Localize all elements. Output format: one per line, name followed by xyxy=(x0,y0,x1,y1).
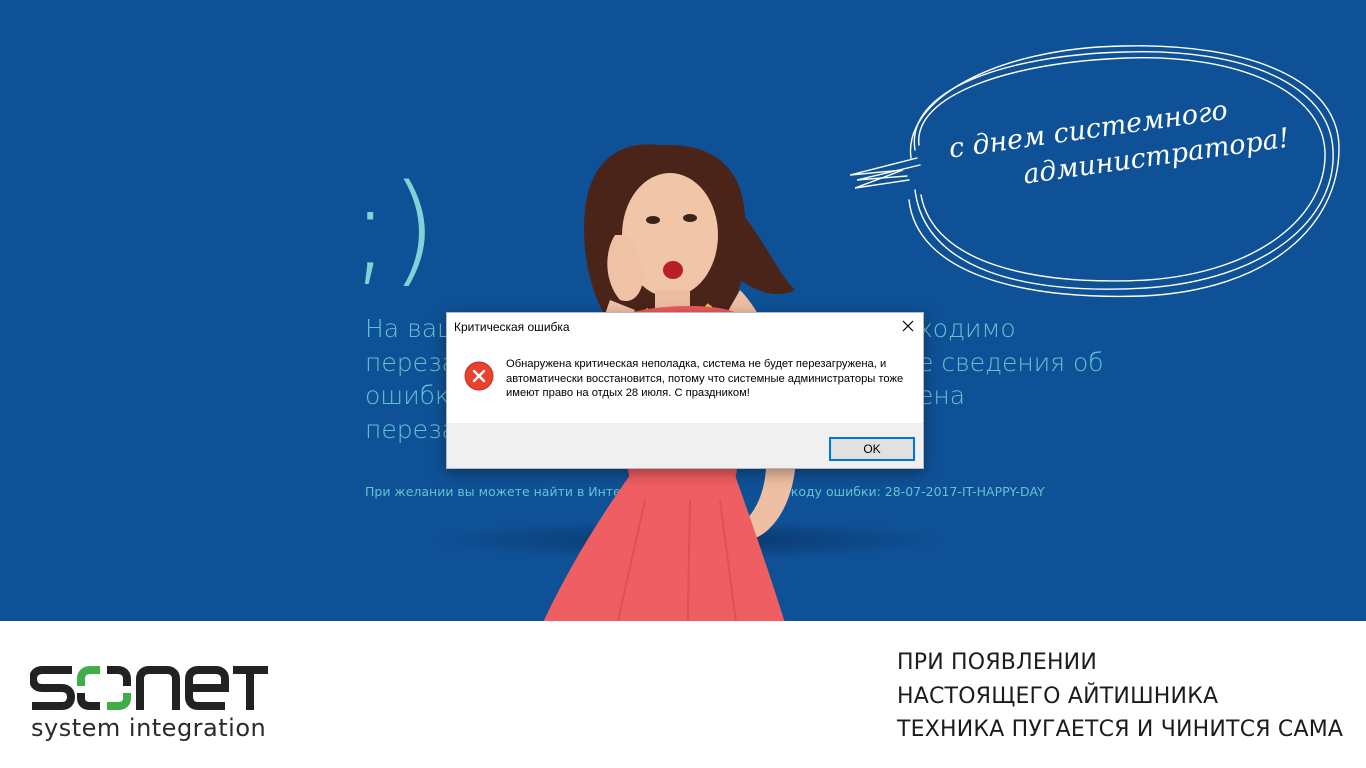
bsod-line-left-3: ошибк xyxy=(365,381,450,410)
dialog-message: Обнаружена критическая неполадка, систем… xyxy=(506,358,904,399)
bsod-line-right-1: ходимо xyxy=(918,314,1016,343)
bsod-line-left-2: переза xyxy=(365,347,457,377)
bsod-line-left-4: переза xyxy=(365,414,457,444)
bsod-line-right-3: ена xyxy=(918,381,966,410)
bsod-smiley: ;) xyxy=(350,160,438,299)
slogan-line-1: ПРИ ПОЯВЛЕНИИ xyxy=(897,650,1097,675)
ok-button[interactable]: OK xyxy=(829,437,915,461)
footer-slogan: ПРИ ПОЯВЛЕНИИ НАСТОЯЩЕГО АЙТИШНИКА ТЕХНИ… xyxy=(897,646,1343,747)
sonet-logo xyxy=(30,666,268,710)
error-dialog: Критическая ошибка Обнаружена критическа… xyxy=(446,312,924,469)
dialog-button-bar: OK xyxy=(447,423,923,468)
slogan-line-3: ТЕХНИКА ПУГАЕТСЯ И ЧИНИТСЯ САМА xyxy=(897,717,1344,742)
dialog-title: Критическая ошибка xyxy=(454,320,570,334)
close-icon[interactable] xyxy=(899,317,917,335)
slogan-line-2: НАСТОЯЩЕГО АЙТИШНИКА xyxy=(897,683,1219,709)
logo-tagline: system integration xyxy=(31,714,267,742)
error-icon xyxy=(464,361,494,391)
bsod-line-right-2: е сведения об xyxy=(918,347,1104,377)
